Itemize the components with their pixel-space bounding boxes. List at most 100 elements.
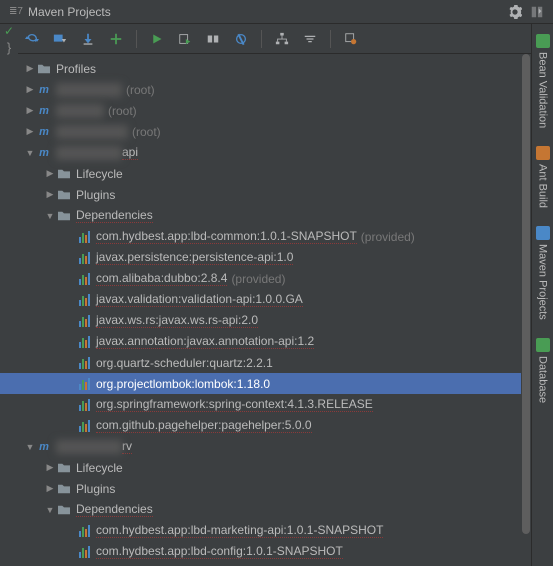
folder-icon [56,188,72,202]
green-check-icon[interactable]: ✓ [1,24,17,38]
panel-title: Maven Projects [28,5,111,19]
tree-row[interactable]: org.projectlombok:lombok:1.18.0 [0,373,553,394]
folder-icon [56,167,72,181]
tree-label: org.springframework:spring-context:4.1.3… [96,397,373,412]
tree-label: com.alibaba:dubbo:2.8.4 [96,271,227,286]
hide-icon[interactable] [529,4,545,20]
tree-arrow-icon[interactable]: ▶ [44,168,56,179]
dependency-icon [76,251,92,265]
tree-arrow-icon[interactable]: ▼ [44,211,56,221]
gear-icon[interactable] [507,4,523,20]
maven-tree[interactable]: ▶Profiles▶mxxxxxxxxxxx (root)▶mxxxxxxxx … [0,54,553,566]
tree-row[interactable]: ▼Dependencies [0,205,553,226]
dependency-icon [76,356,92,370]
tree-row[interactable]: com.github.pagehelper:pagehelper:5.0.0 [0,415,553,436]
dependency-icon [76,419,92,433]
toggle-offline-icon[interactable] [205,31,221,47]
tree-row[interactable]: ▶m xxxxxxxxxxx (root) [0,79,553,100]
tree-row[interactable]: com.hydbest.app:lbd-common:1.0.1-SNAPSHO… [0,226,553,247]
tree-label: javax.validation:validation-api:1.0.0.GA [96,292,303,307]
toggle-skip-tests-icon[interactable] [233,31,249,47]
toolbar-separator [330,30,331,48]
tree-label: Dependencies [76,502,153,517]
panel-header: ≣ 7 Maven Projects [0,0,553,24]
toolbar [0,24,553,54]
tree-arrow-icon[interactable]: ▼ [44,505,56,515]
tree-row[interactable]: com.hydbest.app:lbd-config:1.0.1-SNAPSHO… [0,541,553,562]
tree-row[interactable]: ▶Lifecycle [0,457,553,478]
tree-row[interactable]: ▼mxxxxxxxxxxxrv [0,436,553,457]
side-tab-label: Maven Projects [537,244,549,320]
dependency-icon [76,377,92,391]
tree-label: org.projectlombok:lombok:1.18.0 [96,377,270,391]
tree-label-suffix: (root) [108,104,137,118]
dependency-icon [76,545,92,559]
tree-row[interactable]: javax.validation:validation-api:1.0.0.GA [0,289,553,310]
maven-module-icon: m [36,83,52,97]
tree-row[interactable]: com.hydbest.app:lbd-marketing-api:1.0.1-… [0,520,553,541]
tree-row[interactable]: ▶Plugins [0,478,553,499]
tree-row[interactable]: javax.persistence:persistence-api:1.0 [0,247,553,268]
folder-icon [36,62,52,76]
side-tab[interactable]: Database [536,338,550,403]
redacted-label: xxxxxxxxxxx [56,83,122,97]
collapse-all-icon[interactable] [302,31,318,47]
tree-row[interactable]: org.springframework:spring-context:4.1.3… [0,394,553,415]
scrollbar-thumb[interactable] [522,54,530,534]
dependency-icon [76,230,92,244]
tree-row[interactable]: ▶mxxxxxxxx (root) [0,100,553,121]
maven-module-icon: m [36,104,52,118]
tree-row[interactable]: ▼ Dependencies [0,499,553,520]
tree-row[interactable]: javax.annotation:javax.annotation-api:1.… [0,331,553,352]
reimport-icon[interactable] [24,31,40,47]
right-side-tabs: Bean Validation Ant Build Maven Projects Da… [531,24,553,566]
tree-row[interactable]: ▶ Plugins [0,184,553,205]
ant-icon [536,146,550,160]
add-icon[interactable] [108,31,124,47]
generate-sources-icon[interactable] [52,31,68,47]
show-dependencies-icon[interactable] [274,31,290,47]
tree-row[interactable]: ▶mxxxxxxxxxxxx (root) [0,121,553,142]
redacted-label: xxxxxxxxxxx [56,146,122,160]
execute-goal-icon[interactable] [177,31,193,47]
folder-icon [56,482,72,496]
toolbar-separator [261,30,262,48]
tree-arrow-icon[interactable]: ▼ [24,148,36,158]
tree-label: com.hydbest.app:lbd-common:1.0.1-SNAPSHO… [96,229,357,244]
tree-row[interactable]: ▼mxxxxxxxxxxxapi [0,142,553,163]
tree-arrow-icon[interactable]: ▶ [24,84,36,95]
side-tab[interactable]: Ant Build [536,146,550,208]
tree-arrow-icon[interactable]: ▼ [24,442,36,452]
scrollbar[interactable] [521,54,531,566]
panel-left-icon: ≣ 7 [8,4,24,20]
maven-icon [536,226,550,240]
tree-label-suffix: (root) [132,125,161,139]
tree-arrow-icon[interactable]: ▶ [44,189,56,200]
tree-row[interactable]: ▶Lifecycle [0,163,553,184]
dependency-icon [76,293,92,307]
dependency-icon [76,524,92,538]
tree-arrow-icon[interactable]: ▶ [44,462,56,473]
tree-arrow-icon[interactable]: ▶ [24,63,36,74]
tree-arrow-icon[interactable]: ▶ [24,126,36,137]
tree-row[interactable]: ▶Profiles [0,58,553,79]
side-tab-label: Database [537,356,549,403]
tree-label: Plugins [76,188,115,202]
folder-icon [56,209,72,223]
tree-label-suffix: (provided) [361,230,415,244]
left-gutter: ✓ } [0,24,18,54]
redacted-label: xxxxxxxxxxx [56,440,122,454]
run-icon[interactable] [149,31,165,47]
tree-label: org.quartz-scheduler:quartz:2.2.1 [96,356,273,370]
tree-row[interactable]: org.quartz-scheduler:quartz:2.2.1 [0,352,553,373]
side-tab[interactable]: Bean Validation [536,34,550,128]
tree-label-suffix: (root) [126,83,155,97]
tree-row[interactable]: javax.ws.rs:javax.ws.rs-api:2.0 [0,310,553,331]
tree-arrow-icon[interactable]: ▶ [24,105,36,116]
tree-label: api [122,145,138,160]
tree-row[interactable]: com.alibaba:dubbo:2.8.4 (provided) [0,268,553,289]
download-icon[interactable] [80,31,96,47]
settings-icon[interactable] [343,31,359,47]
side-tab[interactable]: Maven Projects [536,226,550,320]
tree-arrow-icon[interactable]: ▶ [44,483,56,494]
